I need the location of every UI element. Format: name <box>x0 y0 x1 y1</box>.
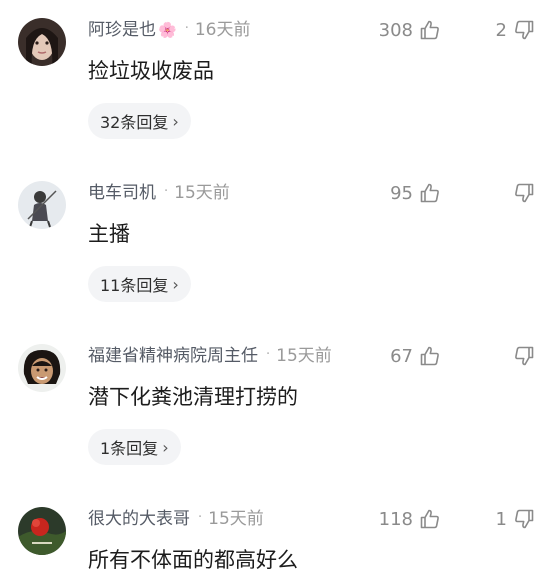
avatar-image <box>18 181 66 229</box>
view-replies-button[interactable]: 11条回复 › <box>88 266 191 302</box>
thumbs-down-icon <box>515 183 534 203</box>
comment-meta: 很大的大表哥 · 15天前 <box>88 506 264 532</box>
separator-dot: · <box>184 21 189 36</box>
timestamp: 15天前 <box>276 346 332 366</box>
comment-text: 所有不体面的都高好么 <box>88 548 298 572</box>
dislike-count: 2 <box>495 19 507 41</box>
comment-text: 主播 <box>88 222 130 246</box>
timestamp: 15天前 <box>174 183 230 203</box>
comment-meta: 福建省精神病院周主任 · 15天前 <box>88 343 332 369</box>
comment-item: 阿珍是也 🌸 · 16天前 308 2 捡垃圾收废品 32条回复 › <box>0 0 553 163</box>
cherry-blossom-icon: 🌸 <box>158 21 177 39</box>
replies-label: 32条回复 <box>100 113 169 132</box>
like-count: 67 <box>390 345 413 367</box>
timestamp: 15天前 <box>208 509 264 529</box>
separator-dot: · <box>164 184 169 199</box>
avatar-image <box>18 507 66 555</box>
like-button[interactable]: 95 <box>390 180 441 206</box>
dislike-button[interactable] <box>507 343 535 369</box>
avatar-image <box>18 18 66 66</box>
view-replies-button[interactable]: 1条回复 › <box>88 429 181 465</box>
dislike-button[interactable]: 2 <box>496 17 535 43</box>
like-button[interactable]: 118 <box>379 506 441 532</box>
like-count: 308 <box>378 19 413 41</box>
thumbs-down-icon <box>515 346 534 366</box>
comment-meta: 电车司机 · 15天前 <box>88 180 230 206</box>
dislike-button[interactable] <box>507 180 535 206</box>
dislike-button[interactable]: 1 <box>496 506 535 532</box>
thumbs-up-icon <box>420 509 439 529</box>
timestamp: 16天前 <box>194 20 251 40</box>
like-button[interactable]: 67 <box>390 343 441 369</box>
replies-label: 1条回复 <box>100 439 159 458</box>
dislike-count: 1 <box>495 508 507 530</box>
thumbs-up-icon <box>420 20 439 40</box>
username[interactable]: 福建省精神病院周主任 <box>88 346 258 366</box>
username[interactable]: 阿珍是也 <box>88 20 156 40</box>
thumbs-up-icon <box>420 346 439 366</box>
like-count: 118 <box>378 508 413 530</box>
comment-text: 捡垃圾收废品 <box>88 59 214 83</box>
thumbs-down-icon <box>515 20 534 40</box>
avatar-image <box>18 344 66 392</box>
view-replies-button[interactable]: 32条回复 › <box>88 103 191 139</box>
like-count: 95 <box>390 182 413 204</box>
username[interactable]: 很大的大表哥 <box>88 509 190 529</box>
replies-label: 11条回复 <box>100 276 169 295</box>
comment-item: 很大的大表哥 · 15天前 118 1 所有不体面的都高好么 <box>0 489 553 575</box>
comment-item: 电车司机 · 15天前 95 主播 11条回复 › <box>0 163 553 326</box>
thumbs-down-icon <box>515 509 534 529</box>
chevron-right-icon: › <box>172 111 179 131</box>
comment-item: 福建省精神病院周主任 · 15天前 67 潜下化粪池清理打捞的 1条回复 › <box>0 326 553 489</box>
chevron-right-icon: › <box>172 274 179 294</box>
chevron-right-icon: › <box>162 437 169 457</box>
separator-dot: · <box>198 510 203 525</box>
comment-text: 潜下化粪池清理打捞的 <box>88 385 298 409</box>
separator-dot: · <box>266 347 271 362</box>
username[interactable]: 电车司机 <box>88 183 156 203</box>
avatar[interactable] <box>18 507 66 555</box>
avatar[interactable] <box>18 181 66 229</box>
avatar[interactable] <box>18 344 66 392</box>
comment-meta: 阿珍是也 🌸 · 16天前 <box>88 17 250 43</box>
thumbs-up-icon <box>420 183 439 203</box>
like-button[interactable]: 308 <box>379 17 441 43</box>
avatar[interactable] <box>18 18 66 66</box>
